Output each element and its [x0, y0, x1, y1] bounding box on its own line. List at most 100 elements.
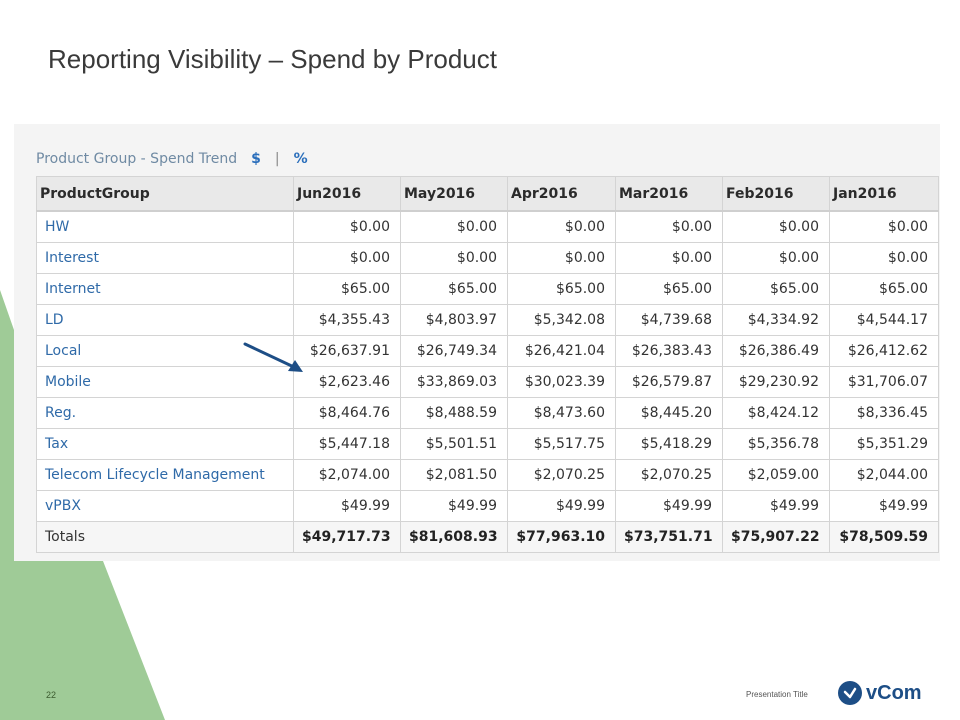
- spend-cell: $8,488.59: [400, 397, 508, 429]
- spend-cell: $4,334.92: [722, 304, 830, 336]
- product-group-link[interactable]: LD: [36, 304, 294, 336]
- spend-cell: $5,418.29: [615, 428, 723, 460]
- toggle-separator: |: [274, 151, 280, 167]
- table-row: Interest $0.00 $0.00 $0.00 $0.00 $0.00 $0.00: [36, 242, 939, 274]
- spend-cell: $0.00: [722, 242, 830, 274]
- table-row: Tax $5,447.18 $5,501.51 $5,517.75 $5,418.29 $…: [36, 428, 939, 460]
- spend-cell: $65.00: [615, 273, 723, 305]
- table-header: ProductGroup Jun2016 May2016 Apr2016 Mar2016…: [36, 176, 939, 212]
- total-cell: $77,963.10: [507, 521, 616, 553]
- spend-cell: $65.00: [722, 273, 830, 305]
- product-group-link[interactable]: Telecom Lifecycle Management: [36, 459, 294, 491]
- spend-cell: $49.99: [507, 490, 616, 522]
- table-row: Mobile $2,623.46 $33,869.03 $30,023.39 $26,5…: [36, 366, 939, 398]
- table-row: LD $4,355.43 $4,803.97 $5,342.08 $4,739.68 $4…: [36, 304, 939, 336]
- totals-label: Totals: [36, 521, 294, 553]
- spend-cell: $2,081.50: [400, 459, 508, 491]
- spend-cell: $4,739.68: [615, 304, 723, 336]
- spend-cell: $65.00: [829, 273, 939, 305]
- spend-cell: $0.00: [722, 210, 830, 243]
- spend-cell: $4,355.43: [293, 304, 401, 336]
- report-panel: Product Group - Spend Trend $ | % Produc…: [14, 124, 940, 561]
- product-group-link[interactable]: vPBX: [36, 490, 294, 522]
- footer-title: Presentation Title: [746, 690, 808, 699]
- header-row: ProductGroup Jun2016 May2016 Apr2016 Mar2016…: [36, 176, 939, 212]
- spend-cell: $31,706.07: [829, 366, 939, 398]
- slide-title: Reporting Visibility – Spend by Product: [48, 44, 497, 74]
- spend-cell: $0.00: [507, 210, 616, 243]
- spend-cell: $49.99: [615, 490, 723, 522]
- percent-toggle[interactable]: %: [294, 151, 308, 167]
- spend-cell: $2,044.00: [829, 459, 939, 491]
- logo-text: vCom: [866, 681, 922, 704]
- vcom-checkmark-icon: [838, 681, 862, 705]
- spend-cell: $33,869.03: [400, 366, 508, 398]
- table-row: Reg. $8,464.76 $8,488.59 $8,473.60 $8,445.20…: [36, 397, 939, 429]
- spend-cell: $0.00: [293, 242, 401, 274]
- spend-cell: $49.99: [829, 490, 939, 522]
- spend-cell: $8,424.12: [722, 397, 830, 429]
- total-cell: $49,717.73: [293, 521, 401, 553]
- column-header-month[interactable]: Apr2016: [507, 176, 616, 212]
- product-group-link[interactable]: HW: [36, 210, 294, 243]
- spend-cell: $49.99: [293, 490, 401, 522]
- total-cell: $75,907.22: [722, 521, 830, 553]
- table-row: Internet $65.00 $65.00 $65.00 $65.00 $65.00 $6…: [36, 273, 939, 305]
- spend-cell: $29,230.92: [722, 366, 830, 398]
- column-header-month[interactable]: Mar2016: [615, 176, 723, 212]
- column-header-month[interactable]: Feb2016: [722, 176, 830, 212]
- spend-cell: $5,517.75: [507, 428, 616, 460]
- spend-cell: $5,356.78: [722, 428, 830, 460]
- totals-row: Totals $49,717.73 $81,608.93 $77,963.10 $73,…: [36, 521, 939, 553]
- spend-cell: $2,070.25: [507, 459, 616, 491]
- spend-cell: $26,421.04: [507, 335, 616, 367]
- product-group-link[interactable]: Reg.: [36, 397, 294, 429]
- spend-cell: $49.99: [400, 490, 508, 522]
- table-body: HW $0.00 $0.00 $0.00 $0.00 $0.00 $0.00 Interest…: [36, 210, 939, 553]
- product-group-link[interactable]: Internet: [36, 273, 294, 305]
- vcom-logo: vCom: [838, 680, 922, 706]
- spend-cell: $2,070.25: [615, 459, 723, 491]
- spend-cell: $0.00: [615, 210, 723, 243]
- spend-cell: $26,412.62: [829, 335, 939, 367]
- table-row: Telecom Lifecycle Management $2,074.00 $2,…: [36, 459, 939, 491]
- spend-cell: $65.00: [507, 273, 616, 305]
- report-header: Product Group - Spend Trend $ | %: [36, 148, 308, 170]
- product-group-link[interactable]: Interest: [36, 242, 294, 274]
- spend-cell: $5,351.29: [829, 428, 939, 460]
- table-row: vPBX $49.99 $49.99 $49.99 $49.99 $49.99 $49.99: [36, 490, 939, 522]
- spend-cell: $0.00: [293, 210, 401, 243]
- column-header-productgroup[interactable]: ProductGroup: [36, 176, 294, 212]
- spend-cell: $2,074.00: [293, 459, 401, 491]
- spend-trend-table: ProductGroup Jun2016 May2016 Apr2016 Mar2016…: [36, 176, 939, 553]
- spend-cell: $0.00: [507, 242, 616, 274]
- spend-cell: $5,342.08: [507, 304, 616, 336]
- spend-cell: $26,383.43: [615, 335, 723, 367]
- spend-cell: $8,445.20: [615, 397, 723, 429]
- column-header-month[interactable]: May2016: [400, 176, 508, 212]
- spend-cell: $65.00: [293, 273, 401, 305]
- spend-cell: $65.00: [400, 273, 508, 305]
- spend-cell: $4,544.17: [829, 304, 939, 336]
- spend-cell: $49.99: [722, 490, 830, 522]
- spend-cell: $4,803.97: [400, 304, 508, 336]
- page-number: 22: [46, 690, 57, 700]
- spend-cell: $8,336.45: [829, 397, 939, 429]
- spend-cell: $30,023.39: [507, 366, 616, 398]
- report-title: Product Group - Spend Trend: [36, 151, 238, 167]
- spend-cell: $26,579.87: [615, 366, 723, 398]
- product-group-link[interactable]: Tax: [36, 428, 294, 460]
- spend-cell: $8,464.76: [293, 397, 401, 429]
- spend-cell: $0.00: [400, 210, 508, 243]
- spend-cell: $5,447.18: [293, 428, 401, 460]
- spend-cell: $8,473.60: [507, 397, 616, 429]
- column-header-month[interactable]: Jan2016: [829, 176, 939, 212]
- total-cell: $81,608.93: [400, 521, 508, 553]
- column-header-month[interactable]: Jun2016: [293, 176, 401, 212]
- table-row: Local $26,637.91 $26,749.34 $26,421.04 $26,3…: [36, 335, 939, 367]
- spend-cell: $26,749.34: [400, 335, 508, 367]
- total-cell: $73,751.71: [615, 521, 723, 553]
- dollar-toggle[interactable]: $: [251, 151, 261, 167]
- spend-cell: $0.00: [829, 242, 939, 274]
- spend-cell: $0.00: [829, 210, 939, 243]
